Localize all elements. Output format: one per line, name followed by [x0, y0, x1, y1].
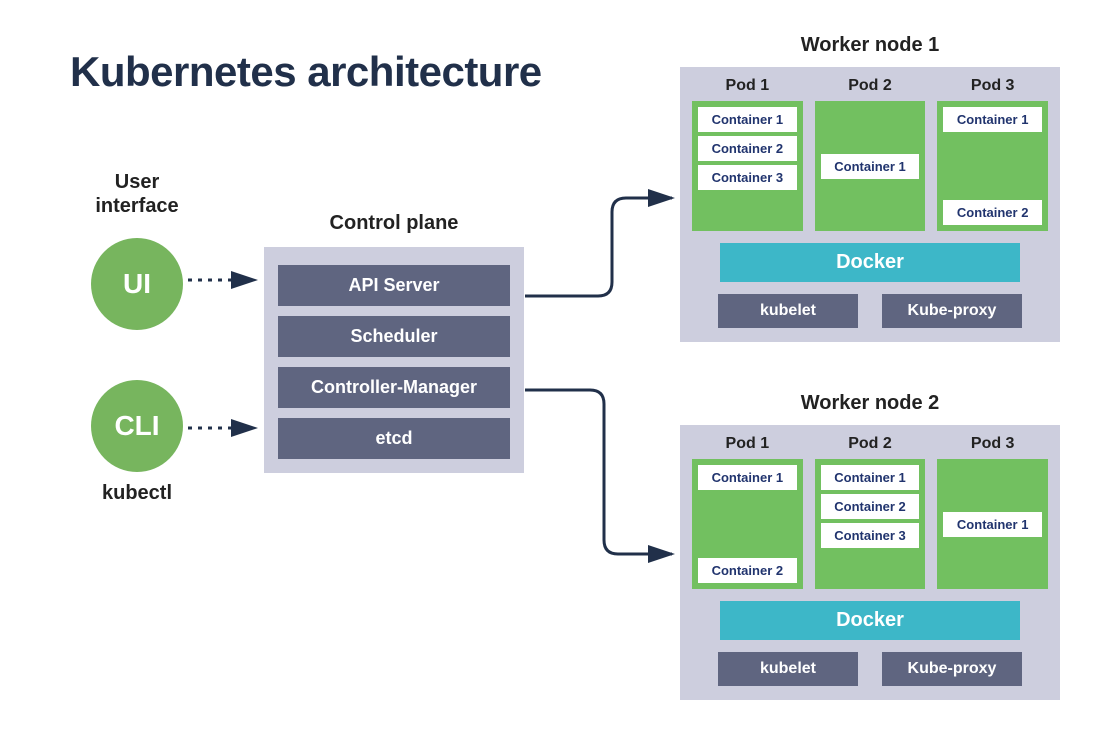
worker-2-pod-2: Pod 2 Container 1 Container 2 Container … [815, 435, 926, 589]
container-box: Container 1 [698, 107, 797, 132]
worker-2-heading: Worker node 2 [680, 392, 1060, 415]
worker-1-pod-3: Pod 3 Container 1 Container 2 [937, 77, 1048, 231]
kube-proxy-box: Kube-proxy [882, 294, 1022, 328]
control-plane-box: API Server Scheduler Controller-Manager … [264, 247, 524, 473]
pod-body: Container 1 Container 2 [692, 459, 803, 589]
worker-1-box: Pod 1 Container 1 Container 2 Container … [680, 67, 1060, 342]
pod-label: Pod 2 [815, 435, 926, 453]
worker-2-pods-row: Pod 1 Container 1 Container 2 Pod 2 Cont… [692, 435, 1048, 589]
docker-bar: Docker [720, 243, 1020, 282]
worker-2-pod-3: Pod 3 Container 1 [937, 435, 1048, 589]
user-interface-heading: User interface [62, 170, 212, 218]
cli-circle: CLI [91, 380, 183, 472]
container-box: Container 2 [943, 200, 1042, 225]
worker-node-1: Worker node 1 Pod 1 Container 1 Containe… [680, 34, 1060, 342]
worker-1-pod-2: Pod 2 Container 1 [815, 77, 926, 231]
kubelet-box: kubelet [718, 294, 858, 328]
kube-row: kubelet Kube-proxy [692, 652, 1048, 686]
pod-body: Container 1 [815, 101, 926, 231]
container-box: Container 2 [698, 136, 797, 161]
container-box: Container 3 [821, 523, 920, 548]
pod-label: Pod 1 [692, 77, 803, 95]
worker-2-box: Pod 1 Container 1 Container 2 Pod 2 Cont… [680, 425, 1060, 700]
container-box: Container 1 [698, 465, 797, 490]
pod-body: Container 1 Container 2 [937, 101, 1048, 231]
pod-label: Pod 2 [815, 77, 926, 95]
arrow-control-plane-to-worker-2 [525, 390, 672, 554]
pod-body: Container 1 [937, 459, 1048, 589]
container-box: Container 1 [821, 465, 920, 490]
api-server-box: API Server [278, 265, 510, 306]
docker-bar: Docker [720, 601, 1020, 640]
control-plane: Control plane API Server Scheduler Contr… [264, 212, 524, 473]
worker-1-pods-row: Pod 1 Container 1 Container 2 Container … [692, 77, 1048, 231]
pod-label: Pod 3 [937, 77, 1048, 95]
container-box: Container 2 [698, 558, 797, 583]
controller-manager-box: Controller-Manager [278, 367, 510, 408]
pod-body: Container 1 Container 2 Container 3 [815, 459, 926, 589]
scheduler-box: Scheduler [278, 316, 510, 357]
worker-1-heading: Worker node 1 [680, 34, 1060, 57]
container-box: Container 1 [943, 512, 1042, 537]
arrow-control-plane-to-worker-1 [525, 198, 672, 296]
kubectl-label: kubectl [62, 482, 212, 505]
cli-section: CLI kubectl [62, 380, 212, 505]
container-box: Container 1 [821, 154, 920, 179]
kube-row: kubelet Kube-proxy [692, 294, 1048, 328]
container-box: Container 1 [943, 107, 1042, 132]
ui-circle: UI [91, 238, 183, 330]
pod-label: Pod 1 [692, 435, 803, 453]
pod-body: Container 1 Container 2 Container 3 [692, 101, 803, 231]
control-plane-heading: Control plane [264, 212, 524, 235]
kube-proxy-box: Kube-proxy [882, 652, 1022, 686]
worker-2-pod-1: Pod 1 Container 1 Container 2 [692, 435, 803, 589]
etcd-box: etcd [278, 418, 510, 459]
worker-node-2: Worker node 2 Pod 1 Container 1 Containe… [680, 392, 1060, 700]
worker-1-pod-1: Pod 1 Container 1 Container 2 Container … [692, 77, 803, 231]
pod-label: Pod 3 [937, 435, 1048, 453]
container-box: Container 3 [698, 165, 797, 190]
diagram-title: Kubernetes architecture [70, 48, 542, 96]
kubelet-box: kubelet [718, 652, 858, 686]
ui-section: User interface UI [62, 170, 212, 330]
container-box: Container 2 [821, 494, 920, 519]
